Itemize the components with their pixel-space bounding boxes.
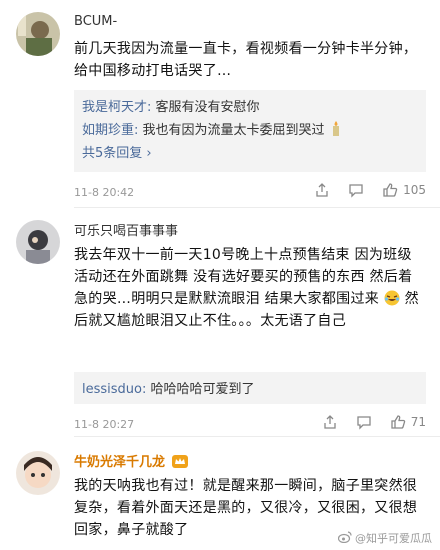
thumbs-up-icon [383, 183, 398, 197]
comment-time: 11-8 20:27 [74, 418, 135, 431]
reply-item[interactable]: 我是柯天才: 客服有没有安慰你 [82, 96, 418, 119]
like-button[interactable]: 105 [382, 182, 426, 198]
like-button[interactable]: 71 [390, 414, 426, 430]
share-button[interactable] [314, 182, 330, 198]
reply-button[interactable] [356, 414, 372, 430]
comment-text: 我去年双十一前一天10号晚上十点预售结束 因为班级活动还在外面跳舞 没有选好要买… [74, 247, 419, 329]
comment-2: 可乐只喝百事事事 我去年双十一前一天10号晚上十点预售结束 因为班级活动还在外面… [0, 208, 440, 434]
share-icon [316, 183, 328, 197]
like-count: 105 [403, 183, 426, 197]
comment-icon [349, 184, 363, 198]
reply-box[interactable]: lessisduo: 哈哈哈哈可爱到了 [74, 372, 426, 404]
avatar[interactable] [16, 12, 60, 56]
comment-actions: 105 [314, 182, 426, 198]
comment-actions: 71 [322, 414, 426, 430]
weibo-logo-icon [337, 530, 352, 546]
reply-author[interactable]: 我是柯天才: [82, 100, 151, 115]
comment-1: BCUM- 前几天我因为流量一直卡，看视频看一分钟卡半分钟，给中国移动打电话哭了… [0, 0, 440, 205]
chevron-right-icon: › [146, 146, 152, 161]
avatar[interactable] [16, 451, 60, 495]
laughing-tears-emoji-icon [384, 290, 400, 306]
reply-text: 哈哈哈哈可爱到了 [146, 382, 255, 397]
reply-text: 我也有因为流量太卡委屈到哭过 [138, 123, 325, 138]
avatar[interactable] [16, 220, 60, 264]
comment-time: 11-8 20:42 [74, 186, 135, 199]
share-icon [324, 415, 336, 429]
reply-button[interactable] [348, 182, 364, 198]
reply-text: 客服有没有安慰你 [151, 100, 260, 115]
username[interactable]: 可乐只喝百事事事 [74, 220, 178, 239]
watermark: @知乎可爱瓜瓜 [337, 530, 432, 546]
reply-item[interactable]: 如期珍重: 我也有因为流量太卡委屈到哭过 [82, 119, 418, 142]
reply-author[interactable]: lessisduo: [82, 382, 146, 397]
reply-box[interactable]: 我是柯天才: 客服有没有安慰你 如期珍重: 我也有因为流量太卡委屈到哭过 共5条… [74, 90, 426, 172]
username[interactable]: BCUM- [74, 14, 117, 29]
username[interactable]: 牛奶光泽千几龙 [74, 451, 188, 472]
share-button[interactable] [322, 414, 338, 430]
thumbs-up-icon [391, 415, 405, 429]
comment-text: 前几天我因为流量一直卡，看视频看一分钟卡半分钟，给中国移动打电话哭了… [74, 41, 418, 79]
candle-emoji-icon [329, 121, 345, 137]
reply-author[interactable]: 如期珍重: [82, 123, 138, 138]
vip-crown-icon [171, 455, 188, 472]
like-count: 71 [410, 415, 426, 429]
comment-icon [357, 416, 371, 430]
more-replies-link[interactable]: 共5条回复 › [82, 142, 418, 165]
